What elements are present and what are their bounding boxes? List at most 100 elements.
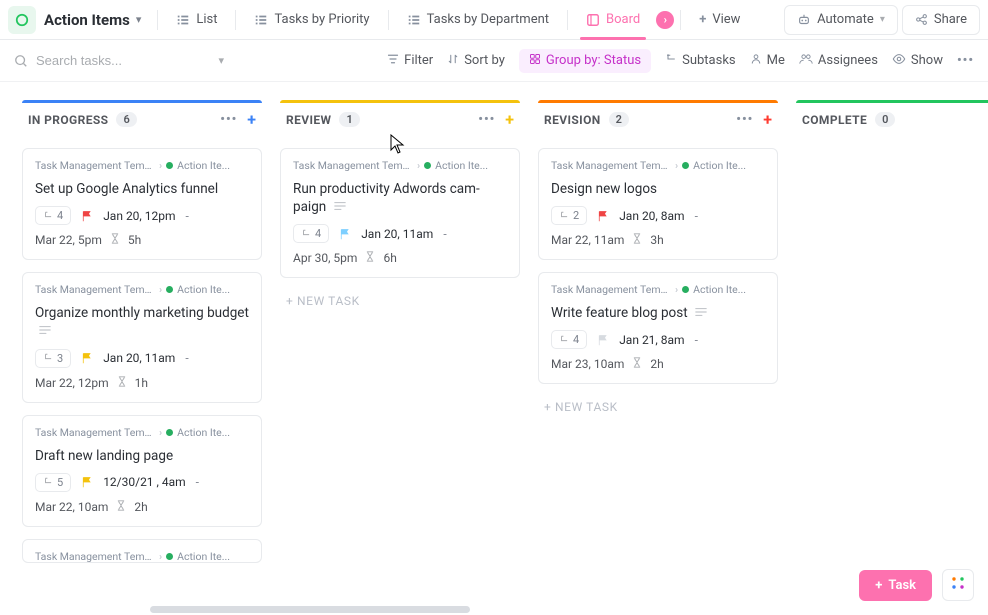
flag-icon xyxy=(597,210,609,222)
crumb-list[interactable]: Action Ite... xyxy=(435,159,488,172)
task-meta-row: 2 Jan 20, 8am - xyxy=(551,206,765,225)
status-dot-icon xyxy=(682,162,689,169)
subtask-count[interactable]: 4 xyxy=(293,224,329,243)
crumb-list[interactable]: Action Ite... xyxy=(177,159,230,172)
task-card[interactable]: Task Management Templat... › Action Ite.… xyxy=(538,148,778,260)
next-view-arrow-icon[interactable]: › xyxy=(656,11,674,29)
task-time-row: Mar 22, 10am 2h xyxy=(35,500,249,514)
column-add-icon[interactable]: + xyxy=(247,110,256,129)
subtask-count[interactable]: 4 xyxy=(35,206,71,225)
eye-icon xyxy=(892,53,906,69)
sort-button[interactable]: Sort by xyxy=(447,53,505,69)
crumb-list[interactable]: Action Ite... xyxy=(693,159,746,172)
subtask-count[interactable]: 4 xyxy=(551,330,587,349)
column-header[interactable]: COMPLETE 0 xyxy=(796,100,988,136)
show-button[interactable]: Show xyxy=(892,53,943,69)
status-dot-icon xyxy=(166,429,173,436)
people-icon xyxy=(799,53,813,69)
view-list[interactable]: List xyxy=(164,4,229,36)
sort-icon xyxy=(447,53,459,69)
task-time-row: Apr 30, 5pm 6h xyxy=(293,251,507,265)
due-date[interactable]: Jan 20, 12pm xyxy=(103,209,175,223)
subtask-count[interactable]: 5 xyxy=(35,473,71,492)
time-estimate: 2h xyxy=(650,357,663,371)
search-wrap: ▾ xyxy=(14,53,224,68)
group-by-button[interactable]: Group by: Status xyxy=(519,49,651,73)
new-task-link[interactable]: + NEW TASK xyxy=(538,396,778,418)
description-icon xyxy=(334,201,346,211)
time-date: Mar 22, 5pm xyxy=(35,233,102,247)
view-department[interactable]: Tasks by Department xyxy=(395,4,561,36)
due-date[interactable]: 12/30/21 , 4am xyxy=(103,475,185,489)
search-input[interactable] xyxy=(36,53,176,68)
task-time-row: Mar 22, 11am 3h xyxy=(551,233,765,247)
crumb-folder[interactable]: Task Management Templat... xyxy=(551,159,671,172)
due-date[interactable]: Jan 20, 11am xyxy=(103,351,175,365)
subtasks-icon xyxy=(665,53,677,69)
crumb-folder[interactable]: Task Management Templat... xyxy=(35,283,155,296)
task-title: Write feature blog post xyxy=(551,304,765,322)
apps-fab[interactable] xyxy=(942,569,974,601)
column-more-icon[interactable]: ••• xyxy=(736,112,753,127)
due-date[interactable]: Jan 21, 8am xyxy=(619,333,684,347)
divider xyxy=(388,10,389,30)
subtasks-button[interactable]: Subtasks xyxy=(665,53,736,69)
column-more-icon[interactable]: ••• xyxy=(478,112,495,127)
column-header[interactable]: IN PROGRESS 6 ••• + xyxy=(22,100,262,136)
column-header[interactable]: REVIEW 1 ••• + xyxy=(280,100,520,136)
task-title: Run productivity Adwords cam­paign xyxy=(293,180,507,216)
time-estimate: 3h xyxy=(650,233,663,247)
breadcrumb: Task Management Templat... › Action Ite.… xyxy=(551,283,765,296)
crumb-folder[interactable]: Task Management Templat... xyxy=(293,159,413,172)
column-more-icon[interactable]: ••• xyxy=(220,112,237,127)
hourglass-icon xyxy=(365,251,375,262)
subtask-count[interactable]: 3 xyxy=(35,349,71,368)
crumb-list[interactable]: Action Ite... xyxy=(177,426,230,439)
crumb-folder[interactable]: Task Management Templat... xyxy=(35,550,155,563)
task-card[interactable]: Task Management Templat... › Action Ite.… xyxy=(280,148,520,278)
crumb-folder[interactable]: Task Management Templat... xyxy=(35,159,155,172)
space-title[interactable]: Action Items xyxy=(44,11,130,29)
task-title: Draft new landing page xyxy=(35,447,249,465)
status-dot-icon xyxy=(166,286,173,293)
crumb-list[interactable]: Action Ite... xyxy=(177,283,230,296)
crumb-list[interactable]: Action Ite... xyxy=(177,550,230,563)
view-priority[interactable]: Tasks by Priority xyxy=(242,4,381,36)
task-card[interactable]: Task Management Templat... › Action Ite.… xyxy=(22,415,262,527)
list-icon xyxy=(176,13,190,27)
crumb-list[interactable]: Action Ite... xyxy=(693,283,746,296)
chevron-down-icon[interactable]: ▾ xyxy=(218,54,224,67)
due-date[interactable]: Jan 20, 8am xyxy=(619,209,684,223)
due-date[interactable]: Jan 20, 11am xyxy=(361,227,433,241)
automate-button[interactable]: Automate ▾ xyxy=(784,5,898,35)
subtask-count[interactable]: 2 xyxy=(551,206,587,225)
share-button[interactable]: Share xyxy=(902,5,980,35)
task-card[interactable]: Task Management Templat... › Action Ite.… xyxy=(22,272,262,402)
new-task-link[interactable]: + NEW TASK xyxy=(280,290,520,312)
space-avatar[interactable] xyxy=(8,6,36,34)
column-add-icon[interactable]: + xyxy=(505,110,514,129)
time-date: Apr 30, 5pm xyxy=(293,251,357,265)
more-menu-button[interactable]: ••• xyxy=(957,53,974,68)
crumb-folder[interactable]: Task Management Templat... xyxy=(35,426,155,439)
filter-button[interactable]: Filter xyxy=(387,53,433,69)
scrollbar[interactable] xyxy=(150,606,470,613)
view-list-label: List xyxy=(196,12,217,27)
task-time-row: Mar 23, 10am 2h xyxy=(551,357,765,371)
task-time-row: Mar 22, 12pm 1h xyxy=(35,376,249,390)
divider xyxy=(157,10,158,30)
add-view-button[interactable]: + View xyxy=(687,4,752,36)
new-task-fab[interactable]: + Task xyxy=(859,570,932,601)
column-header[interactable]: REVISION 2 ••• + xyxy=(538,100,778,136)
task-card[interactable]: Task Management Templat... › Action Ite.… xyxy=(538,272,778,384)
crumb-folder[interactable]: Task Management Templat... xyxy=(551,283,671,296)
apps-icon xyxy=(950,575,966,595)
group-by-label: Group by: Status xyxy=(546,53,641,68)
task-card[interactable]: Task Management Templat... › Action Ite.… xyxy=(22,148,262,260)
task-card[interactable]: Task Management Templat... › Action Ite.… xyxy=(22,539,262,563)
chevron-down-icon[interactable]: ▾ xyxy=(136,13,142,26)
me-button[interactable]: Me xyxy=(750,53,785,69)
view-board[interactable]: Board xyxy=(574,4,652,36)
assignees-button[interactable]: Assignees xyxy=(799,53,878,69)
column-add-icon[interactable]: + xyxy=(763,110,772,129)
